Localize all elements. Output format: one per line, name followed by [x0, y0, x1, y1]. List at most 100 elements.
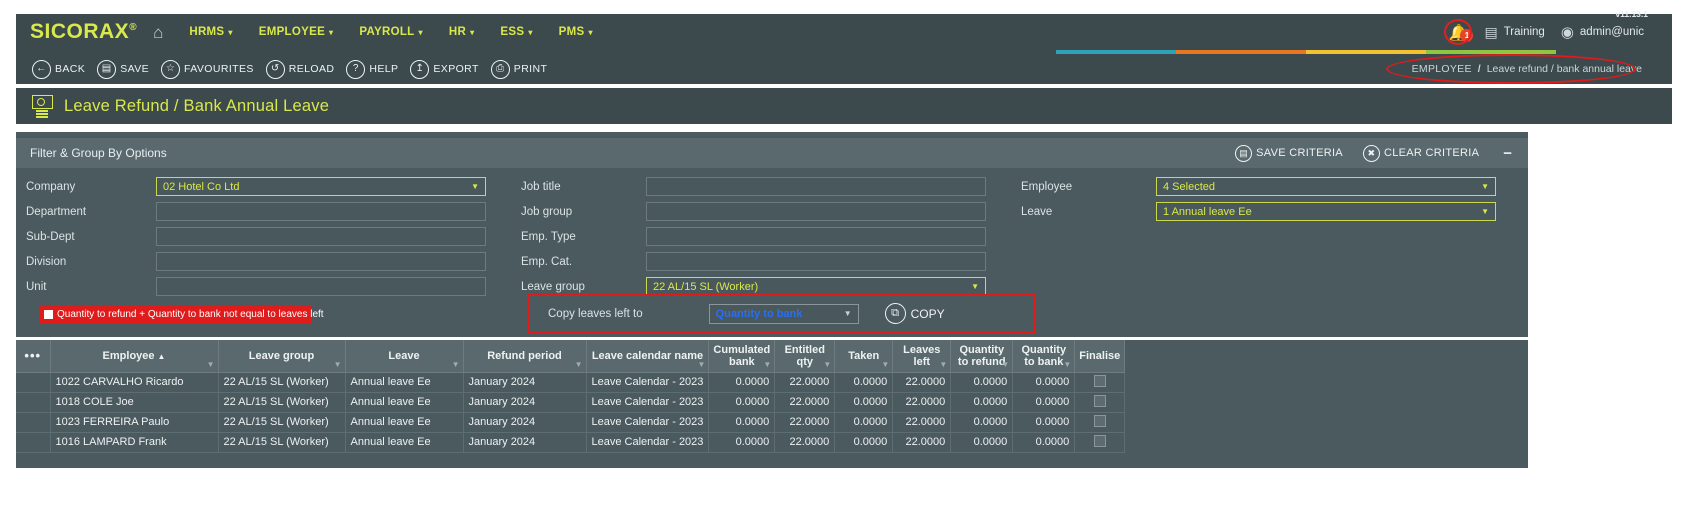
cell-quantity-to-bank[interactable]: 0.0000	[1012, 372, 1076, 393]
column-label-line2: bank	[729, 355, 755, 368]
column-label-line2: to refund	[957, 355, 1006, 368]
leave-group-value: 22 AL/15 SL (Worker)	[653, 280, 759, 293]
cell-employee: 1022 CARVALHO Ricardo	[50, 372, 219, 393]
question-mark-icon: ?	[346, 59, 366, 79]
company-select[interactable]: 02 Hotel Co Ltd ▼	[156, 177, 486, 196]
column-header-cumulated-bank[interactable]: Cumulated bank ▼	[708, 340, 776, 373]
database-icon: ▤	[1484, 23, 1498, 40]
column-header-finalise[interactable]: Finalise	[1074, 340, 1126, 373]
nav-item-payroll[interactable]: PAYROLL ▾	[359, 26, 422, 38]
cell-quantity-to-bank[interactable]: 0.0000	[1012, 432, 1076, 453]
reload-button[interactable]: ↺ RELOAD	[265, 59, 335, 79]
user-account-label[interactable]: admin@unic	[1580, 26, 1644, 38]
filter-icon[interactable]: ▼	[575, 360, 583, 369]
clear-criteria-button[interactable]: ✖ CLEAR CRITERIA	[1362, 144, 1479, 162]
column-header-leave[interactable]: Leave ▼	[345, 340, 464, 373]
column-header-refund-period[interactable]: Refund period ▼	[463, 340, 587, 373]
filter-icon[interactable]: ▼	[698, 360, 706, 369]
row-selector[interactable]	[16, 392, 51, 413]
column-header-leave-group[interactable]: Leave group ▼	[218, 340, 346, 373]
filter-icon[interactable]: ▼	[823, 360, 831, 369]
back-button[interactable]: ← BACK	[32, 59, 85, 79]
cell-employee: 1016 LAMPARD Frank	[50, 432, 219, 453]
unit-input[interactable]	[156, 277, 486, 296]
filter-icon[interactable]: ▼	[763, 360, 771, 369]
column-header-quantity-to-bank[interactable]: Quantity to bank ▼	[1012, 340, 1076, 373]
emp-cat-input[interactable]	[646, 252, 986, 271]
cell-quantity-to-bank[interactable]: 0.0000	[1012, 412, 1076, 433]
export-button[interactable]: ↥ EXPORT	[410, 59, 478, 79]
nav-item-hr[interactable]: HR ▾	[449, 26, 475, 38]
notifications-button[interactable]: 🔔 1	[1444, 19, 1474, 45]
row-selector[interactable]	[16, 372, 51, 393]
cell-quantity-to-refund[interactable]: 0.0000	[950, 432, 1014, 453]
job-title-input[interactable]	[646, 177, 986, 196]
cell-finalise[interactable]	[1074, 392, 1126, 413]
column-header-taken[interactable]: Taken ▼	[834, 340, 894, 373]
column-label: Finalise	[1079, 349, 1121, 362]
save-criteria-button[interactable]: ▤ SAVE CRITERIA	[1235, 144, 1343, 162]
cell-cumulated-bank: 0.0000	[708, 412, 776, 433]
finalise-checkbox[interactable]	[1093, 394, 1106, 407]
table-row[interactable]: 1023 FERREIRA Paulo 22 AL/15 SL (Worker)…	[16, 412, 1126, 433]
filter-icon[interactable]: ▼	[334, 360, 342, 369]
job-group-input[interactable]	[646, 202, 986, 221]
cell-cumulated-bank: 0.0000	[708, 392, 776, 413]
cell-quantity-to-refund[interactable]: 0.0000	[950, 392, 1014, 413]
chevron-down-icon: ▼	[471, 182, 479, 191]
finalise-checkbox[interactable]	[1093, 434, 1106, 447]
cell-finalise[interactable]	[1074, 412, 1126, 433]
column-header-quantity-to-refund[interactable]: Quantity to refund ▼	[950, 340, 1014, 373]
table-row[interactable]: 1016 LAMPARD Frank 22 AL/15 SL (Worker) …	[16, 432, 1126, 453]
filter-icon[interactable]: ▼	[881, 360, 889, 369]
field-label-division: Division	[26, 255, 67, 268]
row-selector[interactable]	[16, 412, 51, 433]
database-label[interactable]: Training	[1504, 26, 1545, 38]
nav-item-hrms[interactable]: HRMS ▾	[189, 26, 232, 38]
save-button[interactable]: ▤ SAVE	[97, 59, 149, 79]
division-input[interactable]	[156, 252, 486, 271]
table-header: ••• Employee▲ ▼ Leave group ▼ Leave ▼ R	[16, 340, 1126, 373]
copy-target-select[interactable]: Quantity to bank ▼	[708, 303, 859, 324]
cell-refund-period: January 2024	[463, 372, 587, 393]
table-menu-button[interactable]: •••	[16, 340, 51, 373]
column-header-leave-calendar-name[interactable]: Leave calendar name ▼	[586, 340, 710, 373]
column-header-entitled-qty[interactable]: Entitled qty ▼	[774, 340, 836, 373]
emp-type-input[interactable]	[646, 227, 986, 246]
nav-item-employee[interactable]: EMPLOYEE ▾	[259, 26, 334, 38]
cell-finalise[interactable]	[1074, 432, 1126, 453]
sub-dept-input[interactable]	[156, 227, 486, 246]
nav-item-pms[interactable]: PMS ▾	[559, 26, 593, 38]
copy-button[interactable]: ⧉ COPY	[884, 303, 945, 324]
help-button[interactable]: ? HELP	[346, 59, 398, 79]
cell-finalise[interactable]	[1074, 372, 1126, 393]
filter-group-panel: Filter & Group By Options ▤ SAVE CRITERI…	[16, 132, 1528, 337]
home-icon[interactable]: ⌂	[153, 24, 163, 41]
cell-quantity-to-refund[interactable]: 0.0000	[950, 372, 1014, 393]
column-header-employee[interactable]: Employee ▲ ▼	[50, 340, 219, 373]
filter-icon[interactable]: ▼	[1063, 360, 1071, 369]
column-header-leaves-left[interactable]: Leaves left ▼	[892, 340, 952, 373]
finalise-checkbox[interactable]	[1093, 414, 1106, 427]
table-row[interactable]: 1018 COLE Joe 22 AL/15 SL (Worker) Annua…	[16, 392, 1126, 413]
employee-select[interactable]: 4 Selected ▼	[1156, 177, 1496, 196]
nav-item-ess[interactable]: ESS ▾	[500, 26, 532, 38]
filter-icon[interactable]: ▼	[207, 360, 215, 369]
finalise-checkbox[interactable]	[1093, 374, 1106, 387]
cell-cumulated-bank: 0.0000	[708, 432, 776, 453]
cell-quantity-to-refund[interactable]: 0.0000	[950, 412, 1014, 433]
field-row-sub-dept: Sub-Dept	[26, 224, 506, 249]
cell-quantity-to-bank[interactable]: 0.0000	[1012, 392, 1076, 413]
print-button[interactable]: ⎙ PRINT	[490, 59, 548, 79]
filter-icon[interactable]: ▼	[939, 360, 947, 369]
favourites-button[interactable]: ☆ FAVOURITES	[161, 59, 254, 79]
collapse-panel-button[interactable]: −	[1503, 146, 1512, 161]
row-selector[interactable]	[16, 432, 51, 453]
table-row[interactable]: 1022 CARVALHO Ricardo 22 AL/15 SL (Worke…	[16, 372, 1126, 393]
department-input[interactable]	[156, 202, 486, 221]
filter-icon[interactable]: ▼	[452, 360, 460, 369]
filter-icon[interactable]: ▼	[1001, 360, 1009, 369]
copy-leaves-section: Copy leaves left to Quantity to bank ▼ ⧉…	[528, 294, 1036, 333]
leave-select[interactable]: 1 Annual leave Ee ▼	[1156, 202, 1496, 221]
nav-label: ESS	[500, 26, 525, 38]
